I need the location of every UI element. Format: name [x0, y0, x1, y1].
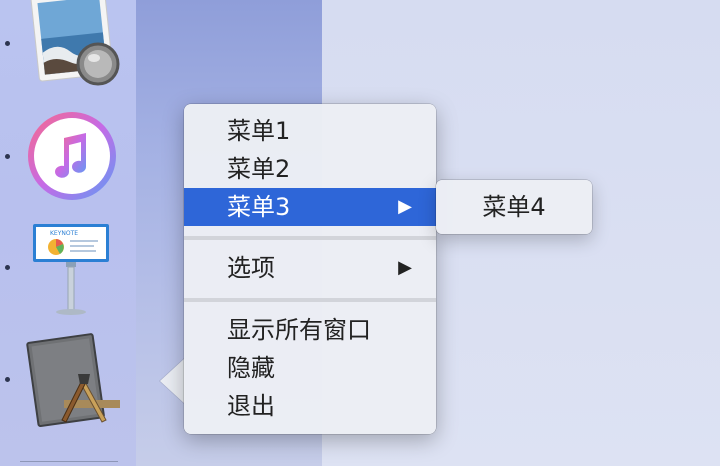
submenu-item-menu4[interactable]: 菜单4: [436, 188, 592, 226]
menu-item-menu1[interactable]: 菜单1: [184, 112, 436, 150]
keynote-app-icon[interactable]: KEYNOTE: [30, 222, 112, 318]
menu-item-menu2[interactable]: 菜单2: [184, 150, 436, 188]
menu-item-label: 选项: [227, 254, 275, 282]
menu-item-hide[interactable]: 隐藏: [184, 349, 436, 387]
submenu-arrow-icon: ▶: [398, 257, 412, 278]
submenu: 菜单4: [436, 180, 592, 234]
menu-item-label: 菜单1: [227, 117, 291, 145]
dock-separator: [20, 461, 118, 462]
menu-item-label: 隐藏: [227, 354, 275, 382]
menu-item-options[interactable]: 选项 ▶: [184, 249, 436, 287]
menu-separator: [184, 298, 436, 302]
keynote-icon-label: KEYNOTE: [50, 230, 78, 237]
xcode-app-icon[interactable]: [26, 330, 122, 430]
dock-context-menu: 菜单1 菜单2 菜单3 ▶ 选项 ▶ 显示所有窗口 隐藏 退出: [184, 104, 436, 434]
running-indicator-dot: [5, 377, 10, 382]
menu-separator: [184, 236, 436, 240]
running-indicator-dot: [5, 265, 10, 270]
menu-item-label: 显示所有窗口: [227, 316, 371, 344]
menu-item-label: 退出: [227, 392, 275, 420]
menu-pointer: [160, 358, 185, 404]
submenu-arrow-icon: ▶: [398, 196, 412, 217]
menu-item-label: 菜单3: [227, 193, 291, 221]
menu-item-show-all-windows[interactable]: 显示所有窗口: [184, 311, 436, 349]
menu-item-label: 菜单2: [227, 155, 291, 183]
menu-item-quit[interactable]: 退出: [184, 387, 436, 425]
itunes-app-icon[interactable]: [26, 110, 118, 202]
running-indicator-dot: [5, 154, 10, 159]
menu-item-menu3[interactable]: 菜单3 ▶: [184, 188, 436, 226]
preview-app-icon[interactable]: [24, 0, 122, 92]
running-indicator-dot: [5, 41, 10, 46]
